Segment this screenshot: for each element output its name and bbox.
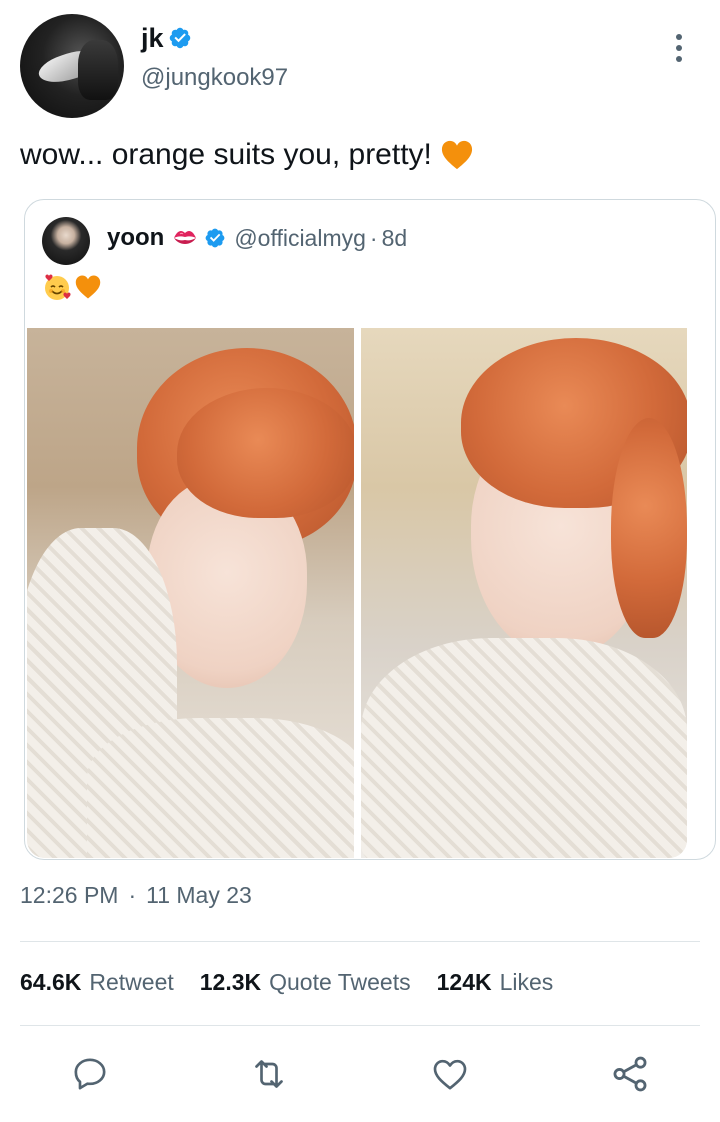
divider bbox=[20, 1025, 700, 1026]
timestamp-separator: · bbox=[128, 882, 137, 908]
photo-detail bbox=[361, 638, 687, 858]
quoted-author-row: yoon @officialmyg · 8d bbox=[107, 224, 407, 252]
stat-value: 64.6K bbox=[20, 969, 82, 995]
share-button[interactable] bbox=[608, 1052, 652, 1096]
tweet-body: wow... orange suits you, pretty! bbox=[20, 138, 432, 171]
retweet-icon bbox=[255, 1060, 283, 1088]
quoted-author-name: yoon bbox=[107, 224, 165, 251]
quoted-separator: · bbox=[369, 224, 378, 251]
photo-detail bbox=[87, 718, 354, 858]
stat-label: Likes bbox=[499, 969, 554, 995]
reply-icon bbox=[74, 1058, 106, 1090]
retweet-count[interactable]: 64.6K Retweet bbox=[20, 969, 174, 996]
like-count[interactable]: 124K Likes bbox=[437, 969, 554, 996]
tweet-text: wow... orange suits you, pretty! bbox=[20, 138, 474, 172]
author-handle[interactable]: @jungkook97 bbox=[141, 64, 288, 92]
tweet-action-bar bbox=[0, 1052, 720, 1102]
quoted-author-avatar[interactable] bbox=[42, 217, 90, 265]
photo-detail bbox=[177, 388, 354, 518]
author-name-row[interactable]: jk bbox=[141, 22, 192, 54]
stat-label: Quote Tweets bbox=[269, 969, 411, 995]
quoted-relative-time: 8d bbox=[381, 224, 408, 251]
photo-detail bbox=[611, 418, 687, 638]
quote-tweet-count[interactable]: 12.3K Quote Tweets bbox=[200, 969, 411, 996]
like-icon bbox=[433, 1059, 467, 1090]
more-dot bbox=[676, 56, 682, 62]
retweet-button[interactable] bbox=[247, 1052, 291, 1096]
orange-heart-icon bbox=[441, 140, 472, 170]
kiss-mark-icon bbox=[174, 230, 197, 244]
verified-badge-icon bbox=[169, 27, 190, 49]
tweet-time: 12:26 PM bbox=[20, 882, 119, 908]
orange-heart-icon bbox=[75, 275, 101, 299]
stat-label: Retweet bbox=[89, 969, 174, 995]
quoted-tweet-card[interactable]: yoon @officialmyg · 8d bbox=[24, 199, 716, 860]
more-options-icon[interactable] bbox=[668, 30, 690, 66]
quoted-photo-right[interactable] bbox=[361, 328, 687, 858]
quoted-author-handle: @officialmyg bbox=[234, 224, 366, 251]
engagement-stats: 64.6K Retweet 12.3K Quote Tweets 124K Li… bbox=[20, 969, 579, 996]
avatar-image-shade bbox=[78, 40, 118, 100]
reply-button[interactable] bbox=[68, 1052, 112, 1096]
smiling-face-with-hearts-icon bbox=[45, 274, 71, 300]
tweet-date: 11 May 23 bbox=[146, 882, 252, 908]
share-icon bbox=[613, 1056, 647, 1092]
more-dot bbox=[676, 34, 682, 40]
tweet-timestamp[interactable]: 12:26 PM · 11 May 23 bbox=[20, 882, 252, 909]
verified-badge-icon bbox=[205, 228, 225, 248]
author-display-name[interactable]: jk bbox=[141, 22, 164, 54]
stat-value: 12.3K bbox=[199, 969, 262, 995]
quoted-tweet-text bbox=[42, 272, 102, 302]
author-avatar[interactable] bbox=[20, 14, 124, 118]
more-dot bbox=[676, 45, 682, 51]
stat-value: 124K bbox=[436, 969, 492, 995]
divider bbox=[20, 941, 700, 942]
quoted-photo-left[interactable] bbox=[27, 328, 354, 858]
like-button[interactable] bbox=[428, 1052, 472, 1096]
tweet-detail: jk @jungkook97 wow... orange suits you, … bbox=[0, 0, 720, 1122]
